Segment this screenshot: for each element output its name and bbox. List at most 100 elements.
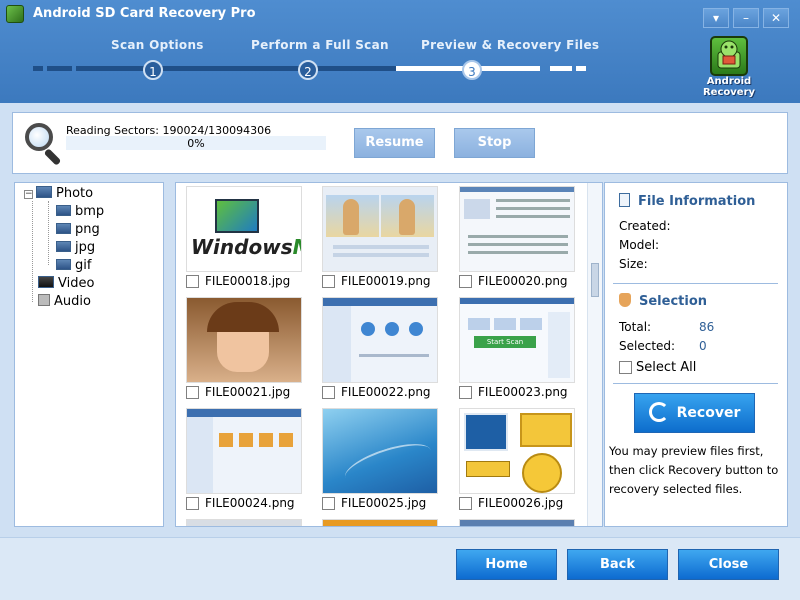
image-icon: [56, 223, 71, 234]
app-window: Android SD Card Recovery Pro ▾ – ✕ Scan …: [0, 0, 800, 600]
grid-scrollbar[interactable]: [587, 183, 602, 526]
tree-label: bmp: [75, 204, 105, 219]
scrollbar-thumb[interactable]: [591, 263, 599, 297]
home-button[interactable]: Home: [456, 549, 557, 580]
file-thumbnail[interactable]: [186, 408, 302, 494]
file-thumbnail[interactable]: [322, 297, 438, 383]
file-thumbnail[interactable]: [186, 297, 302, 383]
file-thumbnail[interactable]: [322, 519, 438, 526]
file-checkbox[interactable]: [322, 386, 335, 399]
step-circle-2: 2: [298, 60, 318, 80]
recover-button[interactable]: Recover: [634, 393, 755, 433]
stop-button[interactable]: Stop: [454, 128, 535, 158]
total-value: 86: [699, 320, 715, 334]
select-all-checkbox[interactable]: [619, 361, 632, 374]
close-button[interactable]: Close: [678, 549, 779, 580]
file-item[interactable]: FILE00026.jpg: [459, 408, 589, 519]
select-all-label[interactable]: Select All: [636, 360, 696, 375]
file-item[interactable]: [459, 519, 589, 526]
android-recovery-logo: Android Recovery: [700, 34, 758, 100]
tree-label: gif: [75, 258, 92, 273]
file-checkbox[interactable]: [322, 497, 335, 510]
app-logo-icon: [6, 5, 24, 23]
tree-label: jpg: [75, 240, 96, 255]
thumb-text: Me: [293, 235, 301, 259]
file-thumbnail[interactable]: Start Scan: [459, 297, 575, 383]
file-name: FILE00019.png: [341, 274, 431, 288]
title-bar: Android SD Card Recovery Pro ▾ – ✕: [0, 0, 800, 30]
step-track: [47, 66, 72, 71]
file-thumbnail[interactable]: [186, 519, 302, 526]
size-label: Size:: [619, 257, 648, 271]
progress-percent: 0%: [187, 137, 205, 150]
file-item[interactable]: [322, 519, 452, 526]
step-label-preview-recovery: Preview & Recovery Files: [421, 38, 600, 52]
file-checkbox[interactable]: [186, 386, 199, 399]
tree-item-video[interactable]: Video: [38, 276, 94, 292]
android-robot-icon: [710, 36, 748, 76]
file-checkbox[interactable]: [459, 386, 472, 399]
tree-item-gif[interactable]: gif: [56, 258, 91, 274]
file-thumbnail[interactable]: [459, 408, 575, 494]
step-track: [576, 66, 586, 71]
file-thumbnail[interactable]: [322, 408, 438, 494]
file-item[interactable]: FILE00020.png: [459, 186, 589, 297]
file-item[interactable]: FILE00019.png: [322, 186, 452, 297]
file-item[interactable]: FILE00024.png: [186, 408, 316, 519]
resume-button[interactable]: Resume: [354, 128, 435, 158]
hand-pointer-icon: [619, 293, 631, 307]
file-checkbox[interactable]: [186, 497, 199, 510]
film-icon: [38, 276, 54, 288]
tree-item-audio[interactable]: Audio: [38, 294, 91, 310]
step-label-scan-options: Scan Options: [111, 38, 204, 52]
file-item[interactable]: FILE00022.png: [322, 297, 452, 408]
file-checkbox[interactable]: [459, 275, 472, 288]
tree-item-jpg[interactable]: jpg: [56, 240, 95, 256]
wizard-steps: Scan Options Perform a Full Scan Preview…: [0, 35, 800, 95]
file-name: FILE00018.jpg: [205, 274, 291, 288]
file-name: FILE00025.jpg: [341, 496, 427, 510]
selected-value: 0: [699, 339, 707, 353]
file-info-panel: File Information Created: Model: Size: S…: [604, 182, 788, 527]
divider: [613, 383, 778, 384]
file-thumbnail[interactable]: [459, 519, 575, 526]
header: Android SD Card Recovery Pro ▾ – ✕ Scan …: [0, 0, 800, 103]
tree-label: Photo: [56, 186, 94, 201]
file-item[interactable]: FILE00021.jpg: [186, 297, 316, 408]
image-icon: [56, 259, 71, 270]
selection-heading: Selection: [619, 293, 707, 309]
tree-label: png: [75, 222, 100, 237]
tree-label: Video: [58, 276, 95, 291]
file-thumbnail[interactable]: [322, 186, 438, 272]
tree-item-bmp[interactable]: bmp: [56, 204, 104, 220]
file-checkbox[interactable]: [459, 497, 472, 510]
folder-icon: [36, 186, 52, 198]
close-window-button[interactable]: ✕: [763, 8, 789, 28]
total-label: Total:: [619, 320, 652, 334]
file-item[interactable]: Start Scan FILE00023.png: [459, 297, 589, 408]
file-item[interactable]: FILE00025.jpg: [322, 408, 452, 519]
file-item[interactable]: WindowsMe FILE00018.jpg: [186, 186, 316, 297]
menu-dropdown-button[interactable]: ▾: [703, 8, 729, 28]
speaker-icon: [38, 294, 50, 306]
step-track-completed: [76, 66, 396, 71]
tree-item-photo[interactable]: − Photo: [24, 186, 93, 202]
image-icon: [56, 205, 71, 216]
file-checkbox[interactable]: [322, 275, 335, 288]
thumb-text: Windows: [191, 235, 293, 259]
file-checkbox[interactable]: [186, 275, 199, 288]
magnifier-icon: [23, 121, 65, 166]
model-label: Model:: [619, 238, 660, 252]
file-name: FILE00026.jpg: [478, 496, 564, 510]
minimize-button[interactable]: –: [733, 8, 759, 28]
file-thumbnail[interactable]: WindowsMe: [186, 186, 302, 272]
created-label: Created:: [619, 219, 671, 233]
collapse-icon[interactable]: −: [24, 190, 33, 199]
file-thumbnail[interactable]: [459, 186, 575, 272]
back-button[interactable]: Back: [567, 549, 668, 580]
file-item[interactable]: [186, 519, 316, 526]
scan-progress-bar: 0%: [66, 136, 326, 150]
footer-bar: Home Back Close: [0, 537, 800, 600]
tree-item-png[interactable]: png: [56, 222, 100, 238]
step-circle-3: 3: [462, 60, 482, 80]
